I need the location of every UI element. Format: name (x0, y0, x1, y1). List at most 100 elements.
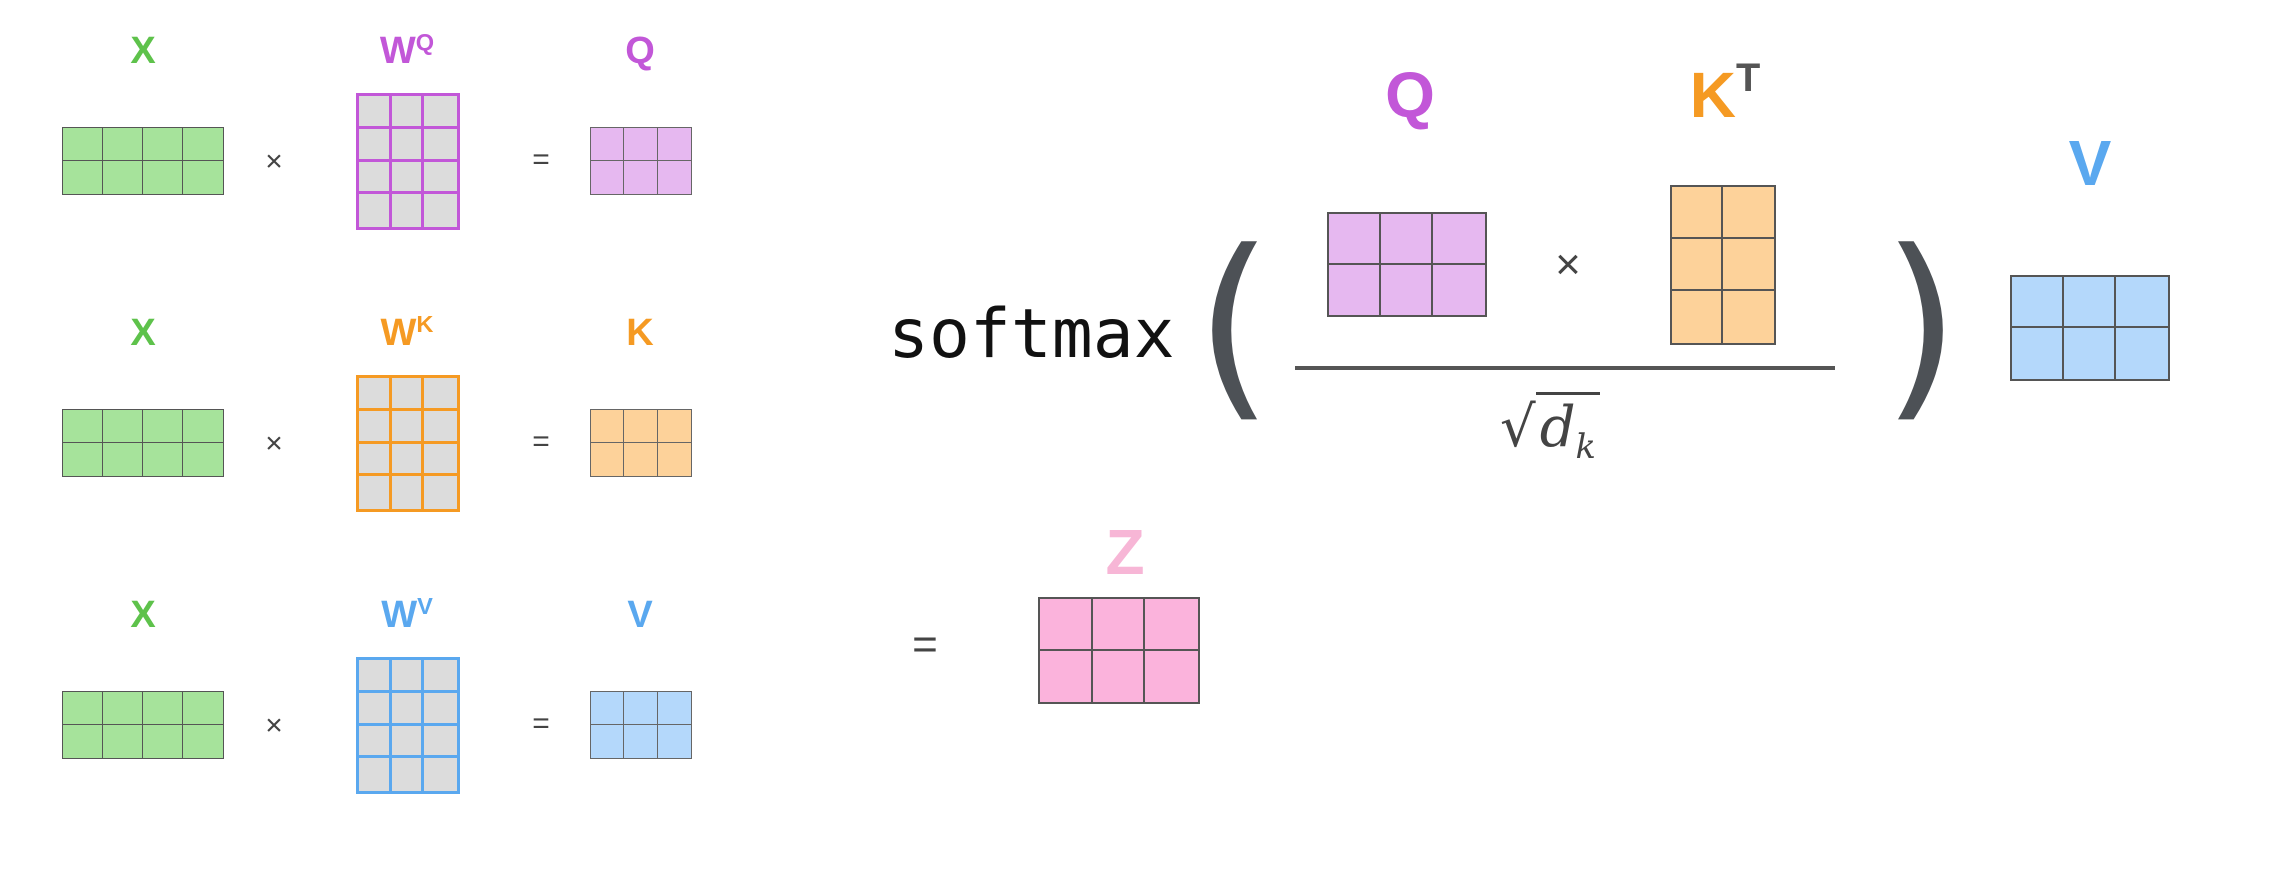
weight-sup: V (417, 592, 433, 619)
matrix-cell (183, 161, 223, 194)
matrix-cell (657, 128, 691, 161)
matrix-cell (63, 443, 103, 476)
matrix-cell (63, 692, 103, 725)
matrix-cell (183, 725, 223, 758)
weight-label: WQ (357, 29, 457, 73)
input-x-label: X (130, 30, 156, 72)
matrix-cell (1381, 264, 1433, 315)
matrix-cell (359, 443, 392, 477)
matrix-cell (2012, 328, 2064, 379)
matrix-cell (359, 378, 392, 411)
matrix-cell (359, 410, 392, 444)
weight-base: W (380, 312, 417, 354)
matrix-cell (1092, 599, 1146, 651)
matrix-cell (392, 194, 425, 227)
matrix-cell (1329, 214, 1381, 265)
formula-k-label: KT (1655, 56, 1795, 132)
times-sign: × (265, 145, 283, 178)
matrix-cell (183, 443, 223, 476)
sqrt-dk: √dk (1500, 392, 1600, 466)
matrix-cell (103, 410, 143, 443)
matrix-cell (183, 128, 223, 161)
matrix-cell (424, 411, 457, 444)
matrix-cell (1672, 291, 1723, 343)
matrix-cell (658, 443, 691, 476)
input-x-matrix (62, 691, 224, 759)
matrix-cell (103, 443, 143, 476)
matrix-cell (1381, 214, 1433, 265)
matrix-cell (1433, 265, 1485, 316)
matrix-cell (591, 161, 625, 194)
output-label: Q (625, 30, 655, 72)
softmax-text: softmax (888, 295, 1175, 374)
matrix-cell (143, 692, 183, 725)
matrix-cell (424, 162, 457, 195)
matrix-cell (2116, 328, 2168, 379)
matrix-cell (591, 443, 625, 476)
matrix-cell (1093, 650, 1146, 702)
formula-k-transpose-sup: T (1735, 56, 1761, 101)
matrix-cell (658, 725, 691, 758)
matrix-cell (424, 660, 457, 693)
matrix-cell (143, 725, 183, 758)
matrix-cell (391, 161, 425, 195)
formula-times-sign: × (1555, 240, 1581, 289)
matrix-cell (391, 443, 425, 477)
matrix-cell (103, 128, 143, 161)
matrix-cell (63, 410, 103, 443)
matrix-cell (624, 161, 658, 194)
formula-k-transpose-matrix (1670, 185, 1776, 345)
matrix-cell (424, 693, 457, 726)
matrix-cell (1040, 599, 1093, 651)
matrix-cell (103, 161, 143, 194)
matrix-cell (359, 692, 392, 726)
weight-base: W (379, 30, 416, 72)
formula-q-label: Q (1385, 59, 1435, 131)
times-sign: × (265, 427, 283, 460)
matrix-cell (1672, 187, 1723, 239)
matrix-cell (1723, 187, 1774, 239)
input-x-label: X (130, 312, 156, 354)
matrix-cell (359, 194, 392, 227)
matrix-cell (1145, 651, 1198, 703)
output-label: V (627, 594, 653, 636)
matrix-cell (591, 410, 625, 443)
matrix-cell (391, 96, 425, 129)
weight-label: WV (357, 592, 457, 637)
times-sign: × (265, 709, 283, 742)
weight-label: WK (357, 310, 457, 355)
matrix-cell (359, 660, 392, 693)
matrix-cell (391, 378, 425, 411)
fraction-line (1295, 366, 1835, 370)
matrix-cell (658, 161, 691, 194)
matrix-cell (183, 410, 223, 443)
matrix-cell (2012, 277, 2064, 328)
weight-sup: K (416, 310, 434, 337)
formula-q-matrix (1327, 212, 1487, 317)
matrix-cell (63, 161, 103, 194)
matrix-cell (1329, 264, 1381, 315)
weight-matrix (356, 375, 460, 512)
matrix-cell (391, 660, 425, 693)
matrix-cell (424, 476, 457, 509)
input-x-matrix (62, 409, 224, 477)
input-x-label: X (130, 594, 156, 636)
matrix-cell (359, 725, 392, 759)
matrix-cell (424, 726, 457, 759)
matrix-cell (359, 161, 392, 195)
matrix-cell (424, 129, 457, 162)
equals-sign: = (532, 143, 550, 176)
matrix-cell (657, 410, 691, 443)
dk-var: d (1539, 395, 1576, 460)
matrix-cell (392, 476, 425, 509)
matrix-cell (657, 692, 691, 725)
matrix-cell (624, 692, 658, 725)
z-label: Z (1105, 516, 1145, 588)
matrix-cell (1040, 650, 1093, 702)
close-paren: ) (1882, 208, 1961, 441)
matrix-cell (143, 443, 183, 476)
matrix-cell (359, 476, 392, 509)
matrix-cell (1672, 239, 1723, 291)
matrix-cell (2116, 277, 2168, 328)
weight-matrix (356, 657, 460, 794)
